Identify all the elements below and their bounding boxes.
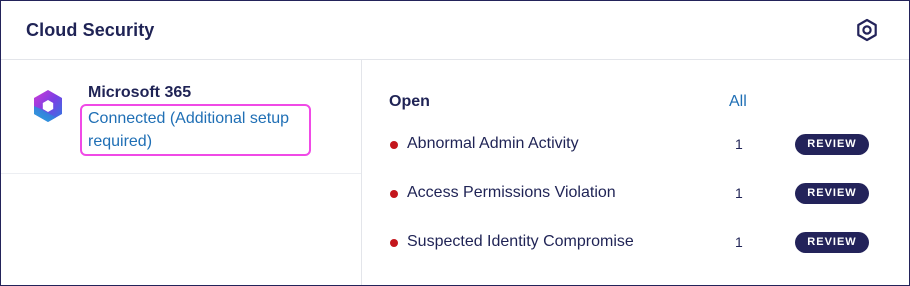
alert-count: 1 [735,234,743,250]
card-title: Cloud Security [26,20,155,40]
alert-label: Abnormal Admin Activity [407,135,579,152]
alert-row: Access Permissions Violation 1 REVIEW [362,181,909,207]
microsoft-365-logo [30,88,66,124]
review-button[interactable]: REVIEW [795,134,869,155]
alert-label: Suspected Identity Compromise [407,233,634,250]
open-alerts-heading: Open [389,93,430,110]
hexagon-settings-icon[interactable] [855,18,879,42]
alert-row: Abnormal Admin Activity 1 REVIEW [362,132,909,158]
alerts-panel: Open All Abnormal Admin Activity 1 REVIE… [362,60,909,285]
all-alerts-link[interactable]: All [729,93,747,111]
alert-severity-dot-icon [390,190,398,198]
tenant-panel: Microsoft 365 Connected (Additional setu… [1,60,362,285]
connection-status-link[interactable]: Connected (Additional setup required) [88,107,313,153]
alert-count: 1 [735,185,743,201]
alert-count: 1 [735,136,743,152]
review-button[interactable]: REVIEW [795,183,869,204]
review-button[interactable]: REVIEW [795,232,869,253]
tenant-row: Microsoft 365 Connected (Additional setu… [1,60,361,174]
tenant-name: Microsoft 365 [88,84,192,101]
alert-row: Suspected Identity Compromise 1 REVIEW [362,230,909,256]
alert-severity-dot-icon [390,141,398,149]
cloud-security-card: Cloud Security Microsoft 365 Connected (… [0,0,910,286]
card-header: Cloud Security [1,1,909,60]
alert-severity-dot-icon [390,239,398,247]
alert-label: Access Permissions Violation [407,184,616,201]
